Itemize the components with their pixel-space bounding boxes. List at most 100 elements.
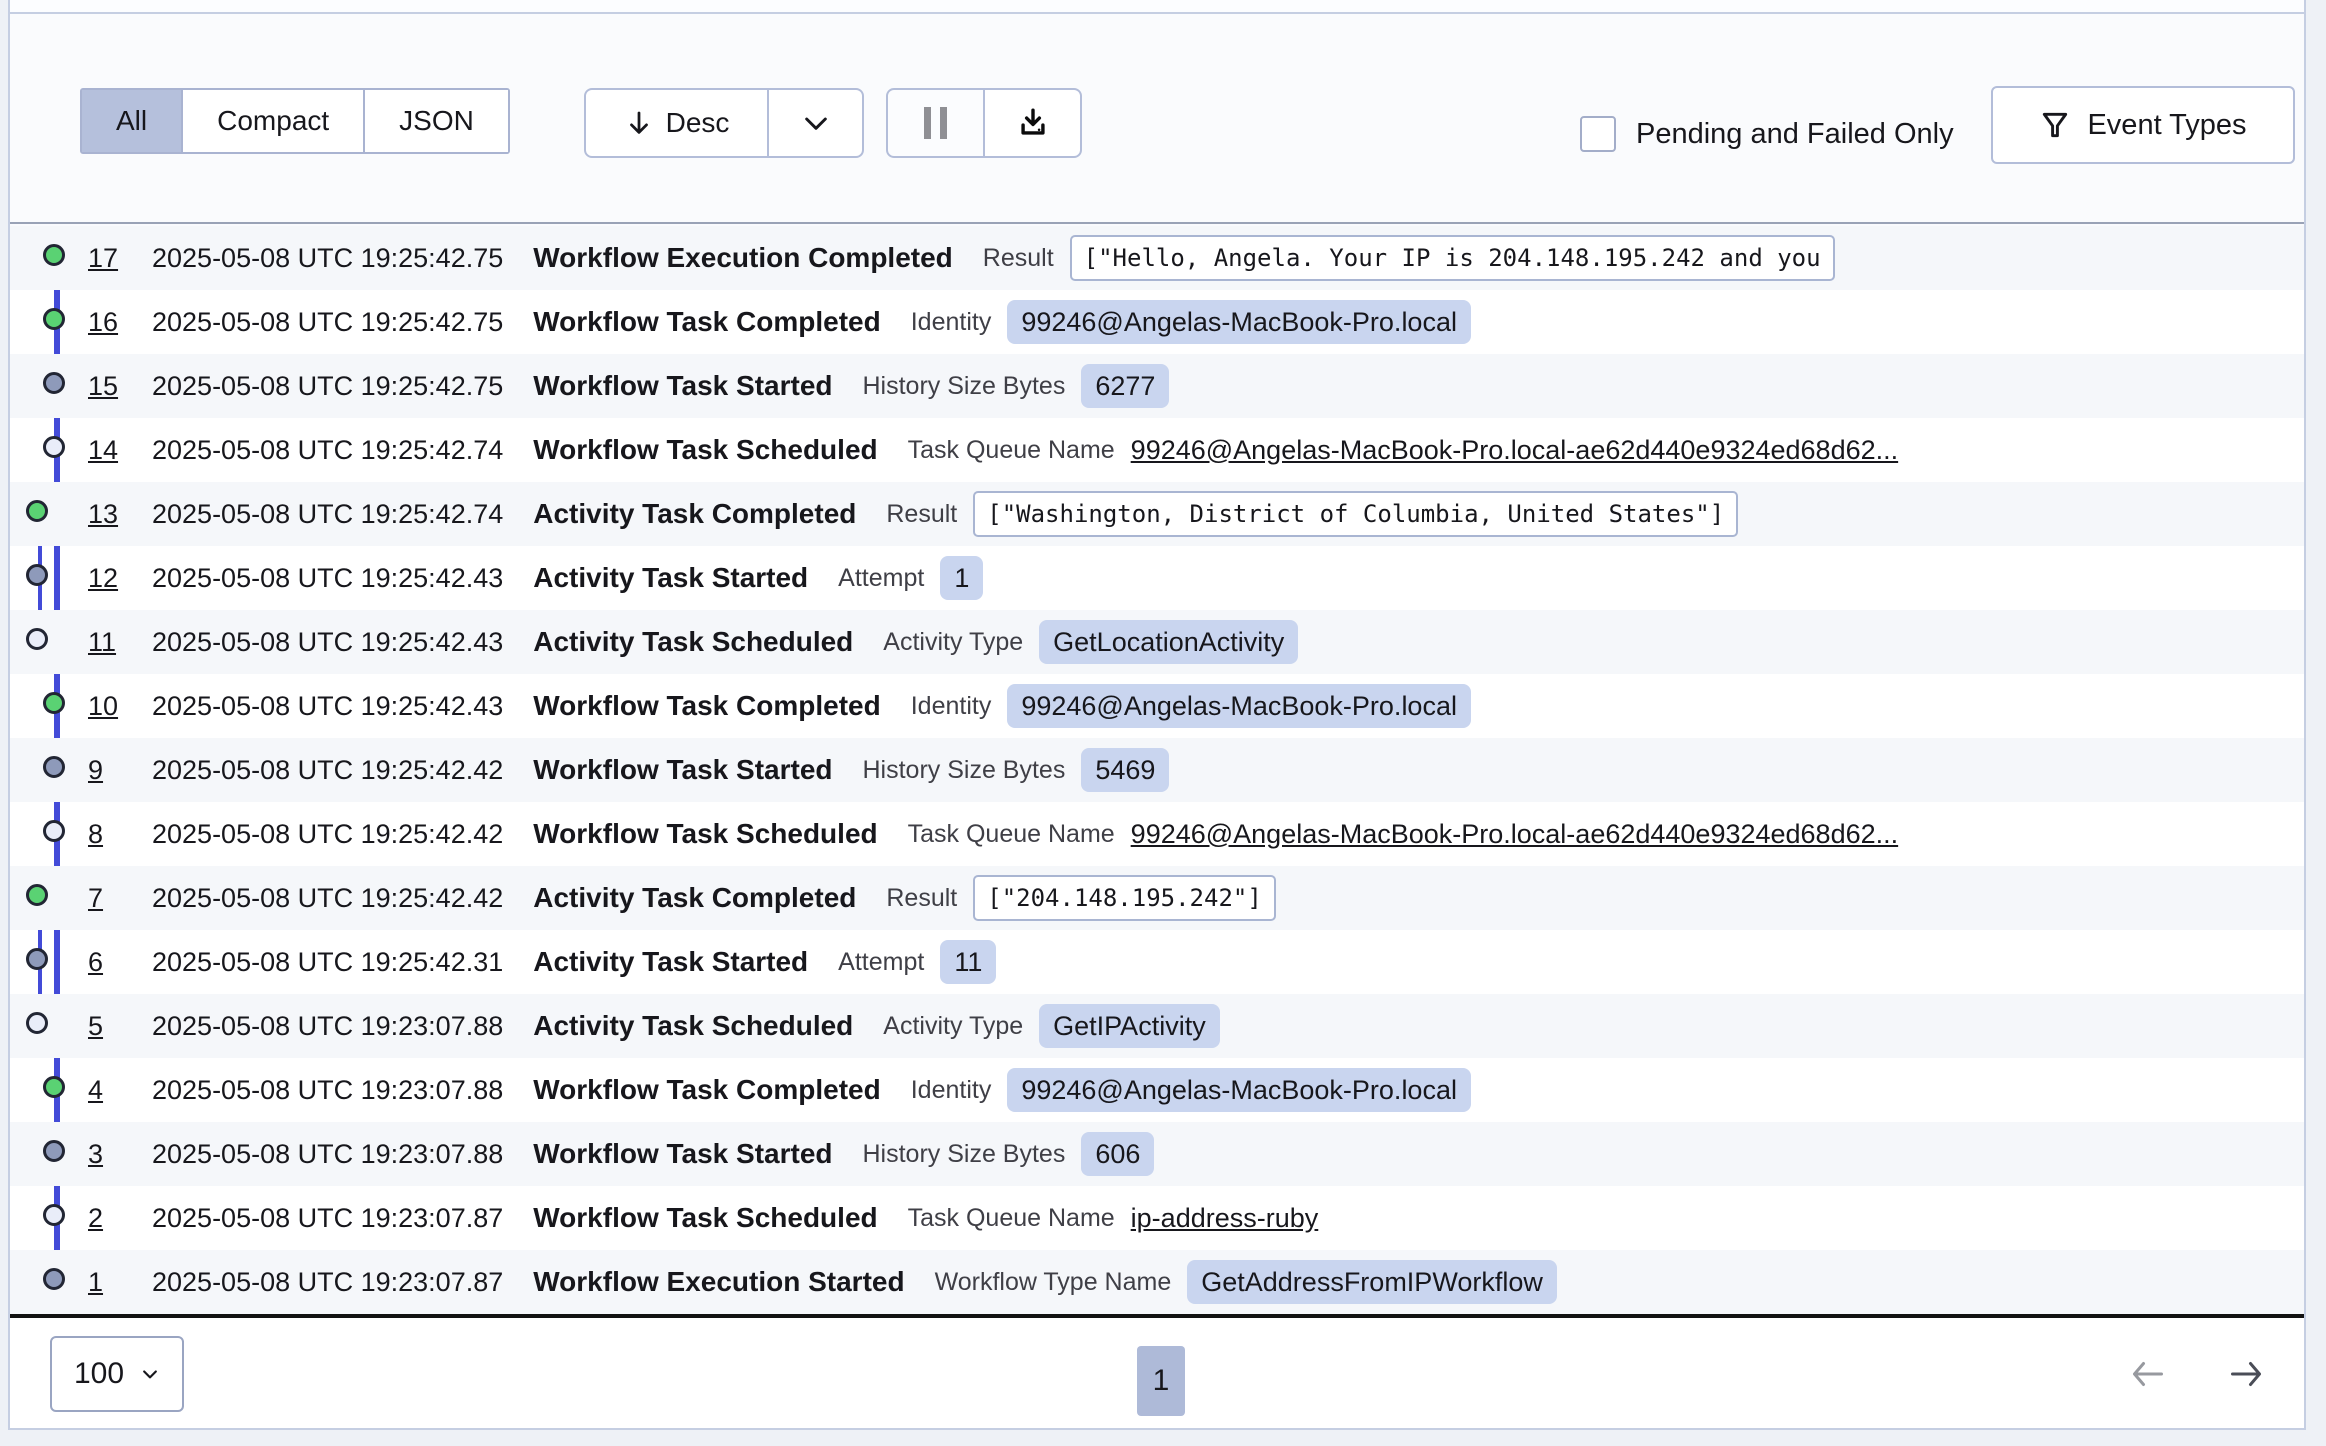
event-id-link[interactable]: 5: [88, 1011, 122, 1042]
event-detail-label: Task Queue Name: [908, 1204, 1115, 1233]
tab-compact[interactable]: Compact: [183, 90, 365, 152]
event-row[interactable]: 112025-05-08 UTC 19:25:42.43Activity Tas…: [10, 610, 2304, 674]
download-icon: [1016, 106, 1050, 140]
event-detail-value: ["Hello, Angela. Your IP is 204.148.195.…: [1070, 235, 1835, 281]
event-detail-value: 1: [940, 556, 983, 600]
event-detail-value: 5469: [1081, 748, 1169, 792]
event-detail-value: GetAddressFromIPWorkflow: [1187, 1260, 1557, 1304]
event-timestamp: 2025-05-08 UTC 19:23:07.88: [152, 1139, 503, 1170]
event-detail-value[interactable]: ip-address-ruby: [1131, 1203, 1319, 1234]
event-id-link[interactable]: 15: [88, 371, 122, 402]
event-row[interactable]: 32025-05-08 UTC 19:23:07.88Workflow Task…: [10, 1122, 2304, 1186]
event-timestamp: 2025-05-08 UTC 19:25:42.42: [152, 755, 503, 786]
event-row[interactable]: 42025-05-08 UTC 19:23:07.88Workflow Task…: [10, 1058, 2304, 1122]
event-detail-label: Result: [886, 884, 957, 913]
page-size-select[interactable]: 100: [50, 1336, 184, 1412]
event-detail-value: 6277: [1081, 364, 1169, 408]
event-row[interactable]: 172025-05-08 UTC 19:25:42.75Workflow Exe…: [10, 226, 2304, 290]
download-button[interactable]: [984, 88, 1082, 158]
tab-json[interactable]: JSON: [365, 90, 508, 152]
event-name: Workflow Task Started: [533, 754, 832, 786]
event-id-link[interactable]: 17: [88, 243, 122, 274]
pending-failed-checkbox[interactable]: [1580, 116, 1616, 152]
event-id-link[interactable]: 7: [88, 883, 122, 914]
event-status-dot: [43, 1076, 65, 1098]
sort-desc-button[interactable]: Desc: [584, 88, 768, 158]
event-id-link[interactable]: 6: [88, 947, 122, 978]
event-id-link[interactable]: 9: [88, 755, 122, 786]
event-id-link[interactable]: 4: [88, 1075, 122, 1106]
event-detail-value: ["204.148.195.242"]: [973, 875, 1276, 921]
event-id-link[interactable]: 10: [88, 691, 122, 722]
event-detail-value: 606: [1081, 1132, 1154, 1176]
tab-all[interactable]: All: [82, 90, 183, 152]
sort-button-group: Desc: [584, 88, 864, 158]
event-row[interactable]: 15 2025-05-08 UTC 19:25:42.75 Workflow Tas…: [10, 354, 2304, 418]
event-status-dot: [43, 372, 65, 394]
event-row[interactable]: 102025-05-08 UTC 19:25:42.43Workflow Tas…: [10, 674, 2304, 738]
event-name: Activity Task Scheduled: [533, 626, 853, 658]
event-detail-label: Task Queue Name: [908, 436, 1115, 465]
arrow-down-icon: [624, 108, 654, 138]
current-page-button[interactable]: 1: [1137, 1346, 1185, 1416]
pause-button[interactable]: [886, 88, 984, 158]
event-status-dot: [26, 628, 48, 650]
event-row[interactable]: 72025-05-08 UTC 19:25:42.42Activity Task…: [10, 866, 2304, 930]
event-id-link[interactable]: 2: [88, 1203, 122, 1234]
event-name: Workflow Task Completed: [533, 690, 880, 722]
event-row[interactable]: 9 2025-05-08 UTC 19:25:42.42 Workflow Task…: [10, 738, 2304, 802]
event-id-link[interactable]: 3: [88, 1139, 122, 1170]
event-detail-label: Identity: [911, 1076, 992, 1105]
event-row[interactable]: 5 2025-05-08 UTC 19:23:07.88 Activity Task…: [10, 994, 2304, 1058]
event-name: Workflow Task Scheduled: [533, 434, 877, 466]
event-detail-value: GetIPActivity: [1039, 1004, 1220, 1048]
event-id-link[interactable]: 1: [88, 1267, 122, 1298]
event-row[interactable]: 12025-05-08 UTC 19:23:07.87Workflow Exec…: [10, 1250, 2304, 1314]
previous-page-button[interactable]: [2128, 1356, 2168, 1392]
event-types-button[interactable]: Event Types: [1991, 86, 2295, 164]
filter-funnel-icon: [2039, 109, 2071, 141]
event-row[interactable]: 122025-05-08 UTC 19:25:42.43Activity Tas…: [10, 546, 2304, 610]
event-id-link[interactable]: 14: [88, 435, 122, 466]
event-name: Workflow Execution Completed: [533, 242, 953, 274]
event-name: Workflow Task Started: [533, 370, 832, 402]
sort-dropdown-button[interactable]: [768, 88, 864, 158]
event-row[interactable]: 132025-05-08 UTC 19:25:42.74Activity Tas…: [10, 482, 2304, 546]
event-timestamp: 2025-05-08 UTC 19:25:42.74: [152, 499, 503, 530]
event-timestamp: 2025-05-08 UTC 19:23:07.88: [152, 1011, 503, 1042]
event-status-dot: [26, 948, 48, 970]
event-detail-value[interactable]: 99246@Angelas-MacBook-Pro.local-ae62d440…: [1131, 435, 1898, 466]
event-detail-value[interactable]: 99246@Angelas-MacBook-Pro.local-ae62d440…: [1131, 819, 1898, 850]
event-id-link[interactable]: 11: [88, 627, 122, 658]
event-detail-label: Attempt: [838, 948, 924, 977]
event-row[interactable]: 22025-05-08 UTC 19:23:07.87Workflow Task…: [10, 1186, 2304, 1250]
next-page-button[interactable]: [2226, 1356, 2266, 1392]
event-detail-label: Task Queue Name: [908, 820, 1115, 849]
event-name: Workflow Task Scheduled: [533, 1202, 877, 1234]
event-id-link[interactable]: 12: [88, 563, 122, 594]
event-timestamp: 2025-05-08 UTC 19:25:42.75: [152, 371, 503, 402]
event-detail-value: 99246@Angelas-MacBook-Pro.local: [1007, 300, 1471, 344]
event-detail-label: History Size Bytes: [863, 756, 1066, 785]
event-row[interactable]: 82025-05-08 UTC 19:25:42.42Workflow Task…: [10, 802, 2304, 866]
chevron-down-icon: [800, 107, 832, 139]
event-detail-label: Identity: [911, 692, 992, 721]
event-name: Activity Task Started: [533, 562, 808, 594]
event-status-dot: [43, 244, 65, 266]
event-status-dot: [43, 436, 65, 458]
event-timestamp: 2025-05-08 UTC 19:23:07.87: [152, 1267, 503, 1298]
event-row[interactable]: 14 2025-05-08 UTC 19:25:42.74 Workflow Tas…: [10, 418, 2304, 482]
event-types-label: Event Types: [2087, 109, 2246, 142]
event-id-link[interactable]: 13: [88, 499, 122, 530]
event-id-link[interactable]: 8: [88, 819, 122, 850]
event-detail-label: Workflow Type Name: [935, 1268, 1172, 1297]
event-detail-value: 99246@Angelas-MacBook-Pro.local: [1007, 1068, 1471, 1112]
event-name: Activity Task Scheduled: [533, 1010, 853, 1042]
view-mode-tabs: All Compact JSON: [80, 88, 510, 154]
pause-icon: [924, 107, 947, 139]
event-id-link[interactable]: 16: [88, 307, 122, 338]
event-timestamp: 2025-05-08 UTC 19:25:42.74: [152, 435, 503, 466]
event-row[interactable]: 162025-05-08 UTC 19:25:42.75Workflow Tas…: [10, 290, 2304, 354]
event-history-table: 172025-05-08 UTC 19:25:42.75Workflow Exe…: [10, 226, 2304, 1314]
event-row[interactable]: 62025-05-08 UTC 19:25:42.31Activity Task…: [10, 930, 2304, 994]
